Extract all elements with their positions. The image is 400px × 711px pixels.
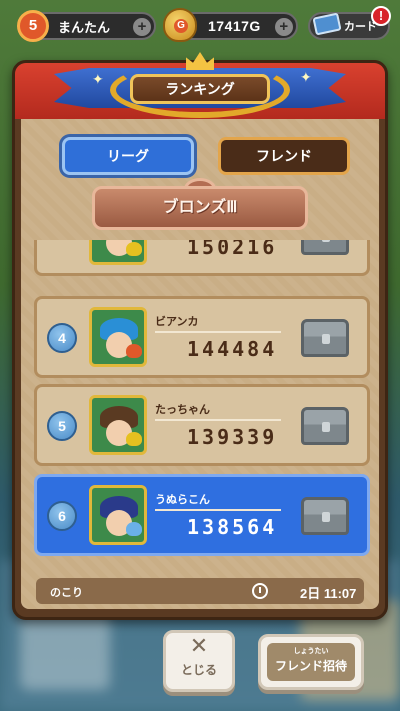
close-button[interactable]: ✕ とじる (163, 630, 235, 692)
ranking-row[interactable]: 150216 (34, 240, 370, 276)
player-name: ビアンカ (155, 316, 199, 328)
ranking-title: ランキング (130, 74, 270, 104)
divider (155, 509, 281, 511)
tab-league[interactable]: リーグ (62, 137, 194, 175)
gold-bag-icon: G (163, 8, 197, 42)
player-name: うぬらこん (155, 494, 210, 506)
score: 144484 (187, 337, 278, 361)
gold-coin-letter: G (174, 19, 188, 33)
remaining-time-bar: のこり 2日 11:07 (36, 578, 364, 604)
avatar[interactable] (89, 307, 147, 367)
remaining-label: のこり (50, 587, 83, 599)
invite-ruby: しょうたい (293, 648, 329, 655)
ranking-list[interactable]: 150216 4 ビアンカ 144484 5 たっちゃん 139339 6 うぬ… (34, 240, 370, 562)
treasure-chest-icon (301, 240, 349, 255)
score: 138564 (187, 515, 278, 539)
plus-icon[interactable]: + (275, 18, 293, 36)
rank-number: 4 (47, 323, 77, 353)
chest-lock-icon (322, 240, 330, 242)
ranking-row[interactable]: 5 たっちゃん 139339 (34, 384, 370, 466)
score: 150216 (187, 240, 278, 259)
clock-icon (252, 583, 268, 599)
status-bar: まんたん + 5 17417G + G カード ! (0, 0, 400, 52)
gold-amount: 17417G (208, 18, 261, 34)
sparkle-icon: ✦ (300, 70, 312, 86)
ranking-row-self[interactable]: 6 うぬらこん 138564 (34, 474, 370, 556)
chest-lock-icon (322, 334, 330, 344)
player-name: たっちゃん (155, 404, 210, 416)
treasure-chest-icon (301, 407, 349, 445)
player-level-heart-icon: 5 (17, 10, 49, 42)
alert-badge-icon: ! (371, 6, 391, 26)
avatar[interactable] (89, 485, 147, 545)
close-icon: ✕ (189, 634, 209, 659)
invite-friend-button[interactable]: しょうたい フレンド招待 (258, 634, 364, 690)
background-blurred-tile (20, 610, 110, 690)
remaining-time: 2日 11:07 (300, 586, 357, 601)
divider (155, 419, 281, 421)
invite-friend-face: しょうたい フレンド招待 (267, 643, 355, 681)
avatar[interactable] (89, 395, 147, 455)
ranking-row[interactable]: 4 ビアンカ 144484 (34, 296, 370, 378)
plus-icon[interactable]: + (133, 18, 151, 36)
rank-number: 5 (47, 411, 77, 441)
close-label: とじる (180, 663, 217, 677)
slime-icon (126, 242, 142, 256)
divider (155, 331, 281, 333)
score: 139339 (187, 425, 278, 449)
invite-label: フレンド招待 (274, 659, 347, 673)
avatar[interactable] (89, 240, 147, 265)
league-name: ブロンズⅢ (92, 186, 308, 230)
slime-icon (126, 432, 142, 446)
slime-icon (126, 344, 142, 358)
rank-number: 6 (47, 501, 77, 531)
treasure-chest-icon (301, 319, 349, 357)
chest-lock-icon (322, 422, 330, 432)
tab-friend[interactable]: フレンド (218, 137, 350, 175)
sparkle-icon: ✦ (92, 72, 104, 88)
chest-lock-icon (322, 512, 330, 522)
treasure-chest-icon (301, 497, 349, 535)
player-name: まんたん (58, 19, 111, 35)
slime-icon (126, 522, 142, 536)
